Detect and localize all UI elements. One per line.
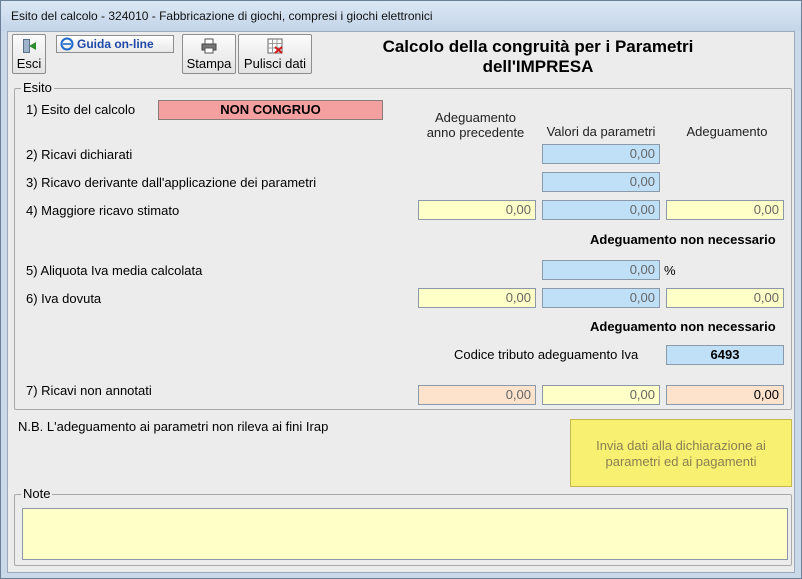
- row6-prev-field[interactable]: 0,00: [418, 288, 536, 308]
- clear-data-label: Pulisci dati: [243, 56, 307, 71]
- row7-label: 7) Ricavi non annotati: [26, 383, 152, 398]
- send-data-line1: Invia dati alla dichiarazione ai: [596, 438, 766, 453]
- col-header-prev-year: Adeguamento anno precedente: [408, 110, 543, 140]
- row7-params-field[interactable]: 0,00: [542, 385, 660, 405]
- esito-legend: Esito: [21, 80, 54, 95]
- row4-params-field[interactable]: 0,00: [542, 200, 660, 220]
- send-data-button[interactable]: Invia dati alla dichiarazione ai paramet…: [570, 419, 792, 487]
- row7-prev-field[interactable]: 0,00: [418, 385, 536, 405]
- row4-adj-field[interactable]: 0,00: [666, 200, 784, 220]
- row6-label: 6) Iva dovuta: [26, 291, 102, 306]
- note-legend: Note: [21, 486, 53, 501]
- exit-button[interactable]: Esci: [12, 34, 46, 74]
- row1-label: 1) Esito del calcolo: [26, 102, 136, 117]
- status-adjustment-2: Adeguamento non necessario: [590, 319, 776, 334]
- print-label: Stampa: [186, 56, 232, 71]
- row5-params-field[interactable]: 0,00: [542, 260, 660, 280]
- exit-label: Esci: [16, 56, 42, 71]
- clear-data-button[interactable]: Pulisci dati: [238, 34, 312, 74]
- tax-code-field[interactable]: 6493: [666, 345, 784, 365]
- row2-params-field[interactable]: 0,00: [542, 144, 660, 164]
- note-textarea[interactable]: [22, 508, 788, 560]
- col-header-adjustment: Adeguamento: [686, 124, 768, 139]
- irap-note: N.B. L'adeguamento ai parametri non rile…: [18, 419, 329, 434]
- printer-icon: [201, 38, 217, 54]
- send-data-line2: parametri ed ai pagamenti: [605, 454, 757, 469]
- page-title-line1: Calcolo della congruità per i Parametri: [382, 37, 694, 56]
- col-header-params: Valori da parametri: [546, 124, 656, 139]
- app-window: Esito del calcolo - 324010 - Fabbricazio…: [0, 0, 802, 579]
- row6-adj-field[interactable]: 0,00: [666, 288, 784, 308]
- clear-grid-icon: [267, 38, 283, 54]
- esito-result-box: NON CONGRUO: [158, 100, 383, 120]
- main-panel: Esci Guida on-line Stampa Pulisci dati C…: [7, 31, 795, 573]
- row4-prev-field[interactable]: 0,00: [418, 200, 536, 220]
- row7-adj-field[interactable]: 0,00: [666, 385, 784, 405]
- col-header-prev-line1: Adeguamento: [435, 110, 516, 125]
- tax-code-label: Codice tributo adeguamento Iva: [454, 347, 639, 362]
- col-header-prev-line2: anno precedente: [426, 125, 525, 140]
- row5-label: 5) Aliquota Iva media calcolata: [26, 263, 203, 278]
- row5-percent-unit: %: [664, 263, 676, 278]
- exit-icon: [23, 39, 36, 53]
- window-title: Esito del calcolo - 324010 - Fabbricazio…: [1, 1, 801, 31]
- row4-label: 4) Maggiore ricavo stimato: [26, 203, 180, 218]
- guide-online-button[interactable]: Guida on-line: [56, 35, 174, 53]
- row6-params-field[interactable]: 0,00: [542, 288, 660, 308]
- row2-label: 2) Ricavi dichiarati: [26, 147, 133, 162]
- status-adjustment-1: Adeguamento non necessario: [590, 232, 776, 247]
- guide-online-label: Guida on-line: [77, 37, 154, 51]
- row3-params-field[interactable]: 0,00: [542, 172, 660, 192]
- page-title: Calcolo della congruità per i Parametri …: [338, 37, 738, 77]
- row3-label: 3) Ricavo derivante dall'applicazione de…: [26, 175, 317, 190]
- internet-explorer-icon: [60, 37, 74, 51]
- print-button[interactable]: Stampa: [182, 34, 236, 74]
- page-title-line2: dell'IMPRESA: [482, 57, 594, 76]
